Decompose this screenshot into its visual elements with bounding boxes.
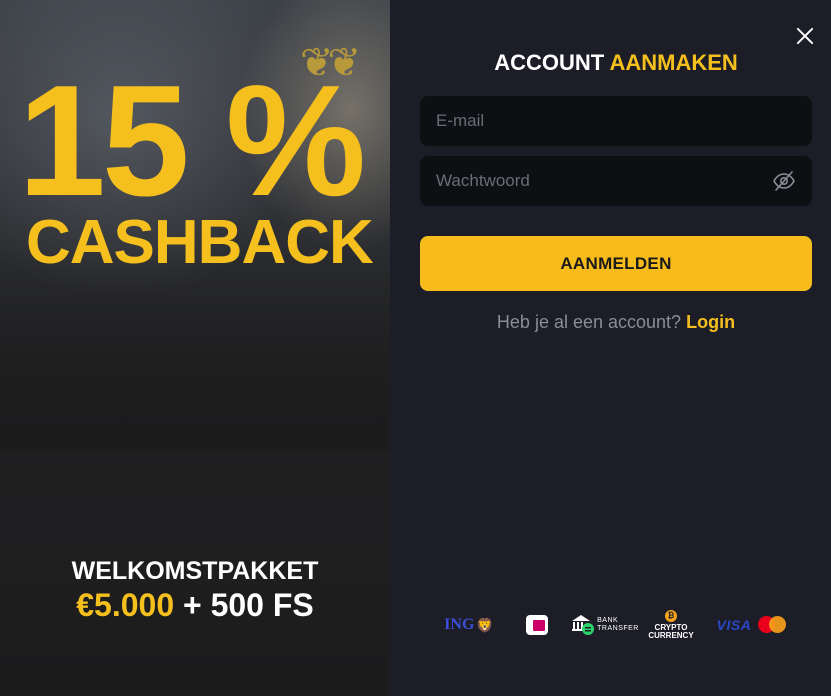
- visa-logo: VISA: [714, 608, 754, 642]
- email-field-wrapper: [420, 96, 812, 146]
- banner-fade: [0, 250, 390, 450]
- ing-logo: ING 🦁: [440, 608, 498, 642]
- visa-logo-text: VISA: [716, 617, 752, 633]
- mastercard-logo: [758, 608, 788, 642]
- welcome-bonus: €5.000 + 500 FS: [0, 586, 390, 624]
- cashback-label: CASHBACK: [26, 208, 374, 277]
- cashback-percent: 15 %: [18, 53, 366, 229]
- mastercard-orange-circle: [769, 616, 786, 633]
- password-field-wrapper: [420, 156, 812, 206]
- crypto-line2: CURRENCY: [648, 631, 694, 640]
- bank-transfer-line2: TRANSFER: [597, 625, 639, 632]
- login-link[interactable]: Login: [686, 312, 735, 332]
- register-button[interactable]: AANMELDEN: [420, 236, 812, 291]
- email-field[interactable]: [420, 96, 812, 146]
- eye-slash-icon[interactable]: [772, 169, 796, 193]
- crypto-text: CRYPTO CURRENCY: [648, 624, 693, 640]
- bank-transfer-line1: BANK: [597, 617, 619, 624]
- ideal-logo: [524, 608, 550, 642]
- ideal-icon: [526, 615, 548, 635]
- welcome-package-title: WELKOMSTPAKKET: [71, 557, 319, 585]
- password-field[interactable]: [420, 156, 812, 206]
- bank-transfer-text: BANK TRANSFER: [597, 617, 639, 633]
- promo-banner: ❦❦ 15 % CASHBACK WELKOMSTPAKKET €5.000 +…: [0, 0, 390, 696]
- bonus-amount: €5.000: [76, 587, 175, 623]
- form-title: ACCOUNT AANMAKEN: [420, 50, 812, 76]
- ing-logo-text: ING: [444, 616, 475, 633]
- have-account-text: Heb je al een account?: [496, 312, 682, 332]
- close-icon[interactable]: [795, 26, 815, 46]
- form-title-account: ACCOUNT: [494, 50, 605, 75]
- bank-transfer-logo: BANK TRANSFER: [572, 608, 638, 642]
- lion-icon: 🦁: [476, 616, 494, 633]
- bank-icon: [571, 614, 595, 636]
- login-prompt: Heb je al een account? Login: [420, 311, 812, 333]
- bitcoin-icon: ₿: [665, 610, 677, 622]
- crypto-logo: ₿ CRYPTO CURRENCY: [648, 608, 694, 642]
- bonus-free-spins: + 500 FS: [174, 587, 314, 623]
- form-title-create: AANMAKEN: [609, 50, 738, 75]
